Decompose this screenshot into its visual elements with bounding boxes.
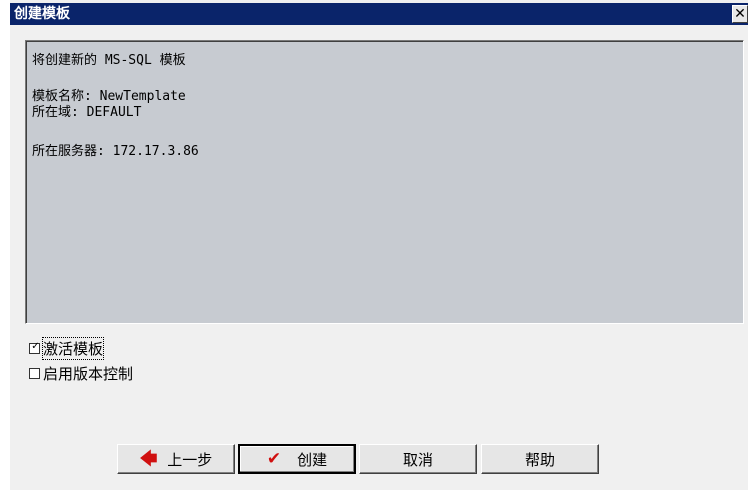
create-button[interactable]: ✔ 创建	[238, 444, 356, 474]
activate-template-checkbox[interactable]: ✓	[29, 340, 40, 354]
cancel-button-label: 取消	[402, 450, 433, 469]
summary-heading: 将创建新的 MS-SQL 模板	[32, 53, 186, 68]
checkmark-icon: ✓	[31, 340, 40, 352]
summary-template-name: 模板名称: NewTemplate	[32, 89, 186, 104]
cancel-button[interactable]: 取消	[359, 444, 477, 474]
help-button[interactable]: 帮助	[481, 444, 599, 474]
create-template-dialog: 创建模板 ✕ 将创建新的 MS-SQL 模板 模板名称: NewTemplate…	[0, 0, 748, 490]
close-button[interactable]: ✕	[732, 5, 748, 23]
create-button-label: 创建	[297, 450, 328, 469]
checkmark-icon: ✔	[266, 449, 282, 469]
activate-template-label[interactable]: 激活模板	[41, 336, 105, 360]
dialog-title: 创建模板	[14, 6, 70, 22]
summary-domain: 所在域: DEFAULT	[32, 105, 142, 120]
help-button-label: 帮助	[524, 450, 555, 469]
activate-template-option[interactable]: ✓ 激活模板	[29, 336, 105, 360]
title-bar[interactable]: 创建模板 ✕	[10, 3, 748, 25]
back-button-label: 上一步	[167, 450, 213, 469]
window-edge	[0, 0, 10, 490]
arrow-left-icon: 🡄	[139, 449, 158, 469]
summary-server: 所在服务器: 172.17.3.86	[32, 144, 199, 159]
summary-panel: 将创建新的 MS-SQL 模板 模板名称: NewTemplate 所在域: D…	[25, 40, 744, 324]
version-control-option[interactable]: 启用版本控制	[29, 363, 133, 384]
version-control-checkbox[interactable]	[29, 367, 40, 379]
close-icon: ✕	[734, 6, 746, 22]
version-control-label[interactable]: 启用版本控制	[43, 363, 133, 384]
back-button[interactable]: 🡄 上一步	[117, 444, 235, 474]
